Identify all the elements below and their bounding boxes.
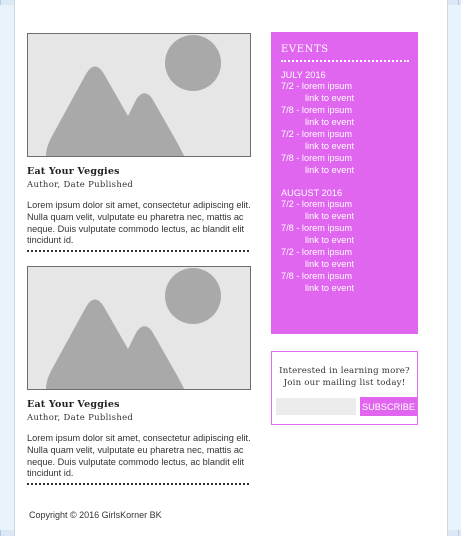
post-image[interactable] — [27, 266, 251, 390]
event-date: 7/2 - lorem ipsum — [281, 199, 352, 209]
event-link[interactable]: link to event — [281, 116, 409, 128]
events-title: EVENTS — [281, 44, 329, 55]
footer-copyright: Copyright © 2016 GirlsKorner BK — [29, 510, 162, 520]
post-divider — [27, 483, 249, 486]
blog-post: Eat Your Veggies Author, Date Published … — [27, 33, 251, 253]
event-item: 7/8 - lorem ipsum link to event — [281, 104, 409, 128]
events-panel: EVENTS JULY 2016 7/2 - lorem ipsum link … — [271, 32, 418, 334]
subscribe-button[interactable]: SUBSCRIBE — [360, 397, 417, 416]
event-link[interactable]: link to event — [281, 164, 409, 176]
event-item: 7/2 - lorem ipsum link to event — [281, 198, 409, 222]
mailing-line-2: Join our mailing list today! — [283, 378, 406, 388]
post-title[interactable]: Eat Your Veggies — [27, 166, 251, 177]
event-date: 7/2 - lorem ipsum — [281, 129, 352, 139]
mailing-list-box: Interested in learning more? Join our ma… — [271, 351, 418, 425]
email-field[interactable] — [276, 398, 356, 415]
month-heading: AUGUST 2016 — [281, 188, 343, 198]
event-item: 7/2 - lorem ipsum link to event — [281, 80, 409, 104]
event-date: 7/8 - lorem ipsum — [281, 153, 352, 163]
event-item: 7/8 - lorem ipsum link to event — [281, 152, 409, 176]
event-date: 7/8 - lorem ipsum — [281, 223, 352, 233]
mailing-line-1: Interested in learning more? — [279, 366, 410, 376]
subscribe-row: SUBSCRIBE — [276, 397, 417, 416]
event-link[interactable]: link to event — [281, 140, 409, 152]
post-image[interactable] — [27, 33, 251, 157]
image-placeholder-icon — [46, 268, 221, 389]
event-link[interactable]: link to event — [281, 210, 409, 222]
event-item: 7/2 - lorem ipsum link to event — [281, 128, 409, 152]
post-excerpt: Lorem ipsum dolor sit amet, consectetur … — [27, 433, 251, 479]
event-date: 7/8 - lorem ipsum — [281, 271, 352, 281]
post-meta: Author, Date Published — [27, 413, 134, 423]
post-excerpt: Lorem ipsum dolor sit amet, consectetur … — [27, 200, 251, 246]
event-date: 7/2 - lorem ipsum — [281, 247, 352, 257]
event-item: 7/2 - lorem ipsum link to event — [281, 246, 409, 270]
post-divider — [27, 250, 249, 253]
events-divider — [281, 60, 409, 62]
post-title[interactable]: Eat Your Veggies — [27, 399, 251, 410]
month-heading: JULY 2016 — [281, 70, 326, 80]
event-item: 7/8 - lorem ipsum link to event — [281, 222, 409, 246]
event-date: 7/8 - lorem ipsum — [281, 105, 352, 115]
event-item: 7/8 - lorem ipsum link to event — [281, 270, 409, 294]
event-date: 7/2 - lorem ipsum — [281, 81, 352, 91]
image-placeholder-icon — [46, 35, 221, 156]
blog-post: Eat Your Veggies Author, Date Published … — [27, 266, 251, 486]
event-link[interactable]: link to event — [281, 282, 409, 294]
event-link[interactable]: link to event — [281, 92, 409, 104]
mailing-prompt: Interested in learning more? Join our ma… — [272, 365, 417, 389]
event-link[interactable]: link to event — [281, 258, 409, 270]
post-meta: Author, Date Published — [27, 180, 134, 190]
event-link[interactable]: link to event — [281, 234, 409, 246]
